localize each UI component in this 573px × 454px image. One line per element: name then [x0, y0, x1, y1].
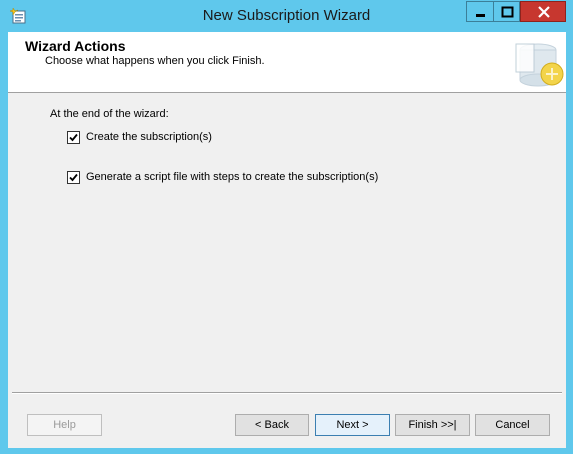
cancel-button[interactable]: Cancel: [475, 414, 550, 436]
wizard-body: Wizard Actions Choose what happens when …: [8, 32, 566, 448]
back-button[interactable]: < Back: [235, 414, 309, 436]
create-subscription-label[interactable]: Create the subscription(s): [86, 131, 212, 143]
close-icon: [538, 6, 550, 18]
checkmark-icon: [69, 173, 78, 182]
title-bar[interactable]: New Subscription Wizard: [0, 0, 573, 32]
wizard-header: Wizard Actions Choose what happens when …: [8, 32, 566, 93]
database-publication-graphic: [508, 34, 566, 92]
generate-script-checkbox[interactable]: [67, 171, 80, 184]
page-title: Wizard Actions: [25, 38, 126, 54]
group-label: At the end of the wizard:: [50, 108, 169, 120]
generate-script-label[interactable]: Generate a script file with steps to cre…: [86, 171, 378, 183]
footer-divider: [12, 392, 562, 394]
close-button[interactable]: [520, 1, 566, 22]
page-subtitle: Choose what happens when you click Finis…: [45, 55, 265, 67]
help-button[interactable]: Help: [27, 414, 102, 436]
maximize-icon: [501, 6, 514, 18]
minimize-button[interactable]: [466, 1, 493, 22]
finish-button[interactable]: Finish >>|: [395, 414, 470, 436]
next-button[interactable]: Next >: [315, 414, 390, 436]
checkmark-icon: [69, 133, 78, 142]
minimize-icon: [476, 14, 485, 17]
maximize-button[interactable]: [493, 1, 520, 22]
create-subscription-checkbox[interactable]: [67, 131, 80, 144]
